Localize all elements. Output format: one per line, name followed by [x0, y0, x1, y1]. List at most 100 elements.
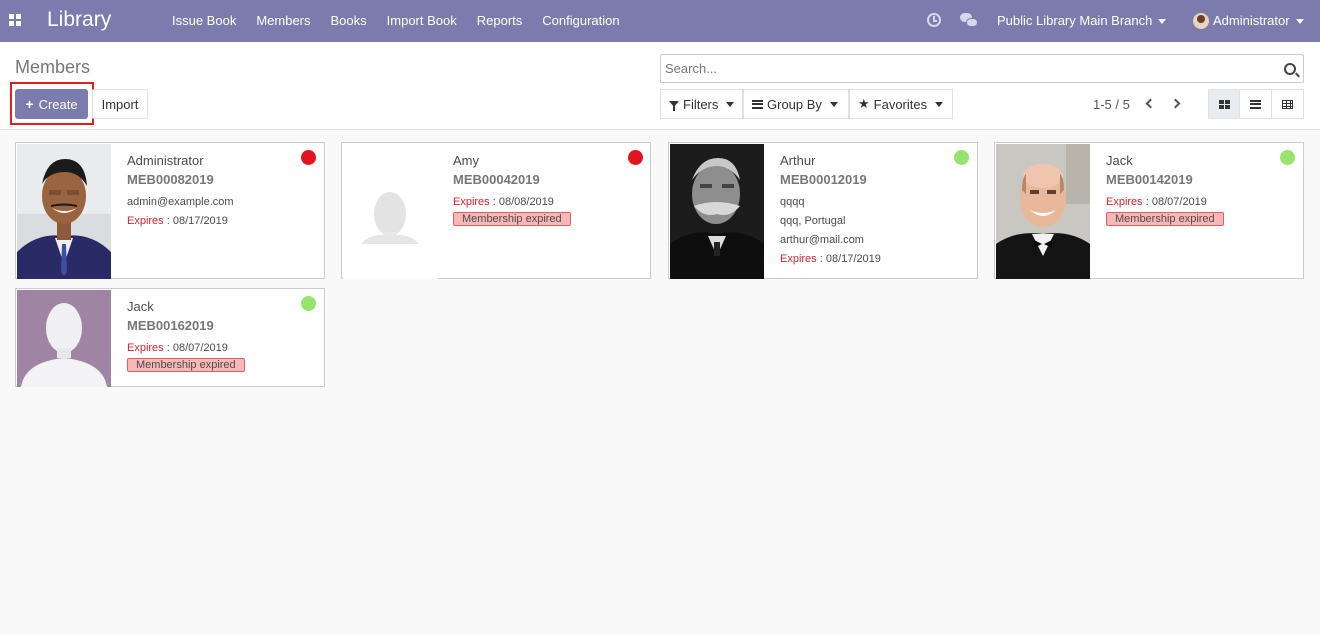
pager-next[interactable]: [1170, 94, 1186, 114]
caret-down-icon: [1295, 18, 1304, 24]
caret-down-icon: [829, 101, 838, 107]
expires-label: Expires: [1106, 196, 1143, 208]
grid-view-button[interactable]: [1272, 90, 1303, 118]
search-bar: [660, 54, 1304, 83]
search-input[interactable]: [665, 58, 1265, 79]
pager-previous[interactable]: [1143, 94, 1159, 114]
plus-icon: +: [25, 96, 34, 112]
caret-down-icon: [726, 101, 735, 107]
branch-switcher[interactable]: Public Library Main Branch: [997, 0, 1167, 42]
caret-down-icon: [1158, 19, 1167, 25]
groupby-dropdown[interactable]: Group By: [743, 89, 849, 119]
status-green-dot[interactable]: [1280, 150, 1295, 165]
member-city: qqq, Portugal: [780, 215, 846, 227]
expires-label: Expires: [127, 342, 164, 354]
apps-grid-icon[interactable]: [9, 14, 21, 26]
member-expiry: Expires : 08/17/2019: [780, 251, 960, 267]
favorites-dropdown[interactable]: ★ Favorites: [849, 89, 953, 119]
chevron-right-icon: [1170, 98, 1181, 109]
caret-down-icon: [935, 101, 944, 107]
control-panel: Members +Create Import Filters Group By …: [0, 42, 1320, 130]
expires-date: : 08/07/2019: [163, 342, 228, 354]
member-photo: [670, 144, 764, 279]
status-red-dot[interactable]: [628, 150, 643, 165]
member-street: qqqq: [780, 196, 805, 208]
member-code: MEB00162019: [127, 318, 214, 333]
member-card[interactable]: Jack MEB00142019 Expires : 08/07/2019 Me…: [994, 142, 1304, 279]
create-label: Create: [38, 96, 78, 112]
chevron-left-icon: [1145, 98, 1156, 109]
groupby-label: Group By: [767, 96, 822, 112]
member-code: MEB00082019: [127, 172, 214, 187]
favorites-label: Favorites: [873, 96, 928, 112]
card-body: Amy MEB00042019 Expires : 08/08/2019 Mem…: [453, 153, 633, 226]
activity-clock-icon[interactable]: [927, 13, 941, 27]
branch-label: Public Library Main Branch: [997, 13, 1153, 28]
member-photo: [17, 144, 111, 279]
member-name: Jack: [1106, 153, 1133, 168]
expires-label: Expires: [780, 253, 817, 265]
member-expiry: Expires : 08/07/2019: [127, 340, 307, 356]
member-name: Amy: [453, 153, 479, 168]
create-button[interactable]: + Create: [15, 89, 88, 119]
expires-date: : 08/07/2019: [1142, 196, 1207, 208]
status-green-dot[interactable]: [954, 150, 969, 165]
messaging-chat-icon[interactable]: [960, 13, 978, 27]
filters-label: Filters: [683, 96, 719, 112]
expires-label: Expires: [127, 215, 164, 227]
pager-value[interactable]: 1-5 / 5: [1093, 97, 1130, 112]
card-body: Arthur MEB00012019 qqqq qqq, Portugal ar…: [780, 153, 960, 267]
membership-expired-badge: Membership expired: [1106, 212, 1224, 226]
kanban-view-button[interactable]: [1209, 90, 1241, 118]
member-code: MEB00012019: [780, 172, 867, 187]
member-photo-placeholder: [17, 290, 111, 387]
member-expiry: Expires : 08/07/2019: [1106, 194, 1286, 210]
user-avatar: [1193, 13, 1209, 29]
member-photo: [996, 144, 1090, 279]
member-expiry: Expires : 08/17/2019: [127, 213, 307, 229]
member-email: admin@example.com: [127, 196, 234, 208]
filter-icon: [669, 101, 679, 111]
member-name: Jack: [127, 299, 154, 314]
member-card[interactable]: Amy MEB00042019 Expires : 08/08/2019 Mem…: [341, 142, 651, 279]
page-title: Members: [15, 57, 91, 77]
app-brand[interactable]: Library: [47, 8, 111, 32]
menu-issue-book[interactable]: Issue Book: [162, 0, 246, 42]
member-card[interactable]: Jack MEB00162019 Expires : 08/07/2019 Me…: [15, 288, 325, 387]
user-menu[interactable]: Administrator: [1193, 0, 1304, 42]
member-code: MEB00142019: [1106, 172, 1193, 187]
expires-date: : 08/17/2019: [163, 215, 228, 227]
menu-books[interactable]: Books: [321, 0, 377, 42]
membership-expired-badge: Membership expired: [453, 212, 571, 226]
list-icon: [1250, 99, 1262, 109]
filters-dropdown[interactable]: Filters: [660, 89, 743, 119]
member-card[interactable]: Arthur MEB00012019 qqqq qqq, Portugal ar…: [668, 142, 978, 279]
card-body: Jack MEB00162019 Expires : 08/07/2019 Me…: [127, 299, 307, 372]
expires-label: Expires: [453, 196, 490, 208]
card-body: Jack MEB00142019 Expires : 08/07/2019 Me…: [1106, 153, 1286, 226]
kanban-icon: [1218, 99, 1230, 109]
menu-reports[interactable]: Reports: [467, 0, 533, 42]
expires-date: : 08/17/2019: [816, 253, 881, 265]
member-name: Arthur: [780, 153, 816, 168]
user-name: Administrator: [1213, 13, 1290, 28]
import-button[interactable]: Import: [92, 89, 148, 119]
card-body: Administrator MEB00082019 admin@example.…: [127, 153, 307, 229]
membership-expired-badge: Membership expired: [127, 358, 245, 372]
search-icon[interactable]: [1284, 63, 1296, 75]
menu-import-book[interactable]: Import Book: [377, 0, 467, 42]
member-expiry: Expires : 08/08/2019: [453, 194, 633, 210]
member-email: arthur@mail.com: [780, 234, 864, 246]
list-view-button[interactable]: [1240, 90, 1272, 118]
main-menu: Issue Book Members Books Import Book Rep…: [162, 0, 630, 42]
expires-date: : 08/08/2019: [489, 196, 554, 208]
menu-configuration[interactable]: Configuration: [532, 0, 629, 42]
member-card[interactable]: Administrator MEB00082019 admin@example.…: [15, 142, 325, 279]
menu-members[interactable]: Members: [246, 0, 320, 42]
member-code: MEB00042019: [453, 172, 540, 187]
view-switcher: [1208, 89, 1304, 119]
top-navbar: Library Issue Book Members Books Import …: [0, 0, 1320, 42]
status-green-dot[interactable]: [301, 296, 316, 311]
status-red-dot[interactable]: [301, 150, 316, 165]
bars-icon: [752, 99, 763, 109]
